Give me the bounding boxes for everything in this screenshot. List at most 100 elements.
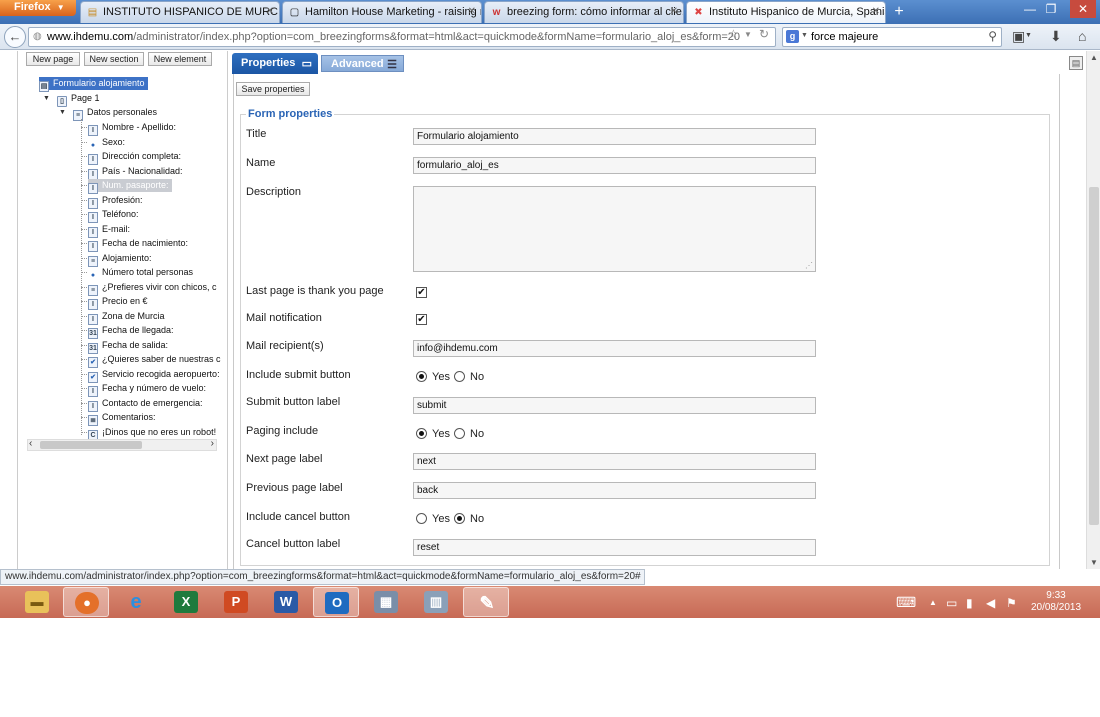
tree-item[interactable]: I Contacto de emergencia: bbox=[88, 397, 203, 412]
firefox-menu-button[interactable]: Firefox ▼ bbox=[0, 0, 76, 16]
scroll-right-icon[interactable]: › bbox=[211, 438, 214, 449]
download-icon[interactable]: ⬇ bbox=[1050, 28, 1062, 45]
tree-item[interactable]: I Fecha y número de vuelo: bbox=[88, 382, 206, 397]
taskbar-calculator[interactable]: ▦ bbox=[363, 587, 409, 617]
tree-item[interactable]: ● Sexo: bbox=[88, 136, 125, 149]
resize-grip-icon[interactable]: ⋰ bbox=[805, 261, 813, 270]
cancel-label-field[interactable]: reset bbox=[413, 539, 816, 556]
tree-item[interactable]: I Precio en € bbox=[88, 295, 148, 310]
sidebar-toggle-icon[interactable]: ▤ bbox=[1069, 56, 1083, 70]
scroll-down-icon[interactable]: ▼ bbox=[1090, 558, 1098, 567]
collapse-icon[interactable]: ▼ bbox=[43, 95, 50, 102]
tree-item[interactable]: 31 Fecha de llegada: bbox=[88, 324, 174, 339]
home-icon[interactable]: ⌂ bbox=[1078, 28, 1086, 44]
mail-recipients-field[interactable]: info@ihdemu.com bbox=[413, 340, 816, 357]
url-bar[interactable]: ◍ www.ihdemu.com/administrator/index.php… bbox=[28, 27, 776, 47]
tree-item[interactable]: I Fecha de nacimiento: bbox=[88, 237, 188, 252]
taskbar-outlook[interactable]: O bbox=[313, 587, 359, 617]
tree-item[interactable]: ≡ ¿Prefieres vivir con chicos, c bbox=[88, 281, 217, 296]
tree-item[interactable]: I Nombre - Apellido: bbox=[88, 121, 176, 136]
tree-item[interactable]: 31 Fecha de salida: bbox=[88, 339, 168, 354]
back-button[interactable]: ← bbox=[4, 26, 26, 48]
new-element-button[interactable]: New element bbox=[148, 52, 212, 66]
taskbar-paint[interactable]: ✎ bbox=[463, 587, 509, 617]
browser-tab-1[interactable]: ▤ INSTITUTO HISPANICO DE MURCIA ✕ bbox=[80, 1, 280, 23]
tree-item[interactable]: C ¡Dinos que no eres un robot! bbox=[88, 426, 216, 441]
previous-page-label-field[interactable]: back bbox=[413, 482, 816, 499]
include-submit-no-radio[interactable] bbox=[454, 371, 465, 382]
chevron-up-icon[interactable]: ▲ bbox=[929, 598, 937, 607]
new-section-button[interactable]: New section bbox=[84, 52, 144, 66]
submit-label-field[interactable]: submit bbox=[413, 397, 816, 414]
include-cancel-no-radio[interactable] bbox=[454, 513, 465, 524]
browser-tab-2[interactable]: ▢ Hamilton House Marketing - raising r..… bbox=[282, 1, 482, 23]
action-center-icon[interactable]: ⚑ bbox=[1006, 596, 1017, 610]
battery-icon[interactable]: ▭ bbox=[946, 596, 957, 610]
network-icon[interactable]: ▮ bbox=[966, 596, 973, 610]
close-icon[interactable]: ✕ bbox=[266, 6, 274, 17]
include-cancel-yes-radio[interactable] bbox=[416, 513, 427, 524]
taskbar-excel[interactable]: X bbox=[163, 587, 209, 617]
history-dropdown-icon[interactable]: ▼ bbox=[744, 30, 752, 39]
scrollbar-thumb[interactable] bbox=[1089, 187, 1099, 525]
paging-include-yes-radio[interactable] bbox=[416, 428, 427, 439]
tree-item[interactable]: ● Número total personas bbox=[88, 266, 193, 279]
tree-item[interactable]: I Num. pasaporte: bbox=[88, 179, 172, 194]
tree-item[interactable]: ≡ Alojamiento: bbox=[88, 252, 152, 267]
tree-item[interactable]: ✔ Servicio recogida aeropuerto: bbox=[88, 368, 220, 383]
tree-section-datos-personales[interactable]: ≡ Datos personales bbox=[73, 106, 157, 121]
tree-item[interactable]: I Profesión: bbox=[88, 194, 143, 209]
tree-root-form[interactable]: ▤ Formulario alojamiento bbox=[39, 77, 148, 92]
bookmark-star-icon[interactable]: ☆ bbox=[728, 27, 739, 41]
tree-item[interactable]: I Dirección completa: bbox=[88, 150, 181, 165]
next-page-label-field[interactable]: next bbox=[413, 453, 816, 470]
mail-notification-checkbox[interactable]: ✔ bbox=[416, 314, 427, 325]
tree-item[interactable]: I Zona de Murcia bbox=[88, 310, 165, 325]
chevron-down-icon[interactable]: ▼ bbox=[801, 32, 808, 39]
taskbar-firefox[interactable]: ● bbox=[63, 587, 109, 617]
tab-advanced[interactable]: Advanced ☰ bbox=[321, 55, 404, 72]
close-icon[interactable]: ✕ bbox=[670, 6, 678, 17]
title-field[interactable]: Formulario alojamiento bbox=[413, 128, 816, 145]
browser-tab-4[interactable]: ✖ Instituto Hispanico de Murcia, Spanis.… bbox=[686, 1, 886, 23]
save-properties-button[interactable]: Save properties bbox=[236, 82, 310, 96]
new-page-button[interactable]: New page bbox=[26, 52, 80, 66]
taskbar-word[interactable]: W bbox=[263, 587, 309, 617]
close-icon[interactable]: ✕ bbox=[872, 6, 880, 17]
tree-item[interactable]: ≣ Comentarios: bbox=[88, 411, 156, 426]
tree-page-1[interactable]: ▯ Page 1 bbox=[57, 92, 100, 107]
tab-properties[interactable]: Properties ▭ bbox=[232, 53, 318, 74]
tree-item[interactable]: I E-mail: bbox=[88, 223, 130, 238]
tree-item[interactable]: I Teléfono: bbox=[88, 208, 139, 223]
name-field[interactable]: formulario_aloj_es bbox=[413, 157, 816, 174]
volume-icon[interactable]: ◀ bbox=[986, 596, 995, 610]
window-close-icon[interactable]: ✕ bbox=[1070, 0, 1096, 18]
description-textarea[interactable]: ⋰ bbox=[413, 186, 816, 272]
include-submit-yes-radio[interactable] bbox=[416, 371, 427, 382]
page-vertical-scrollbar[interactable]: ▲ ▼ bbox=[1086, 51, 1100, 569]
search-input[interactable]: g ▼ force majeure ⚲ bbox=[782, 27, 1002, 47]
tree-item[interactable]: I País - Nacionalidad: bbox=[88, 165, 183, 180]
taskbar-powerpoint[interactable]: P bbox=[213, 587, 259, 617]
tree-horizontal-scrollbar[interactable]: ‹ › bbox=[27, 438, 217, 451]
search-icon[interactable]: ⚲ bbox=[988, 29, 997, 43]
reload-icon[interactable]: ↻ bbox=[759, 27, 769, 41]
collapse-icon[interactable]: ▼ bbox=[59, 109, 66, 116]
paging-include-no-radio[interactable] bbox=[454, 428, 465, 439]
taskbar-clock[interactable]: 9:33 20/08/2013 bbox=[1026, 590, 1086, 614]
close-icon[interactable]: ✕ bbox=[468, 6, 476, 17]
chevron-down-icon[interactable]: ▼ bbox=[1025, 32, 1032, 39]
taskbar-explorer[interactable]: ▬ bbox=[14, 587, 60, 617]
browser-tab-3[interactable]: w breezing form: cómo informar al clie..… bbox=[484, 1, 684, 23]
scroll-left-icon[interactable]: ‹ bbox=[29, 438, 32, 449]
google-icon[interactable]: g bbox=[786, 30, 799, 43]
new-tab-button[interactable]: + bbox=[888, 3, 910, 21]
taskbar-app[interactable]: ▥ bbox=[413, 587, 459, 617]
page-menu-icon[interactable]: ▣ bbox=[1012, 28, 1025, 45]
keyboard-icon[interactable]: ⌨ bbox=[896, 594, 916, 611]
scroll-up-icon[interactable]: ▲ bbox=[1090, 53, 1098, 62]
taskbar-internet-explorer[interactable]: e bbox=[113, 587, 159, 617]
scrollbar-thumb[interactable] bbox=[40, 441, 142, 449]
maximize-icon[interactable]: ❐ bbox=[1040, 2, 1062, 16]
minimize-icon[interactable]: — bbox=[1019, 2, 1041, 16]
